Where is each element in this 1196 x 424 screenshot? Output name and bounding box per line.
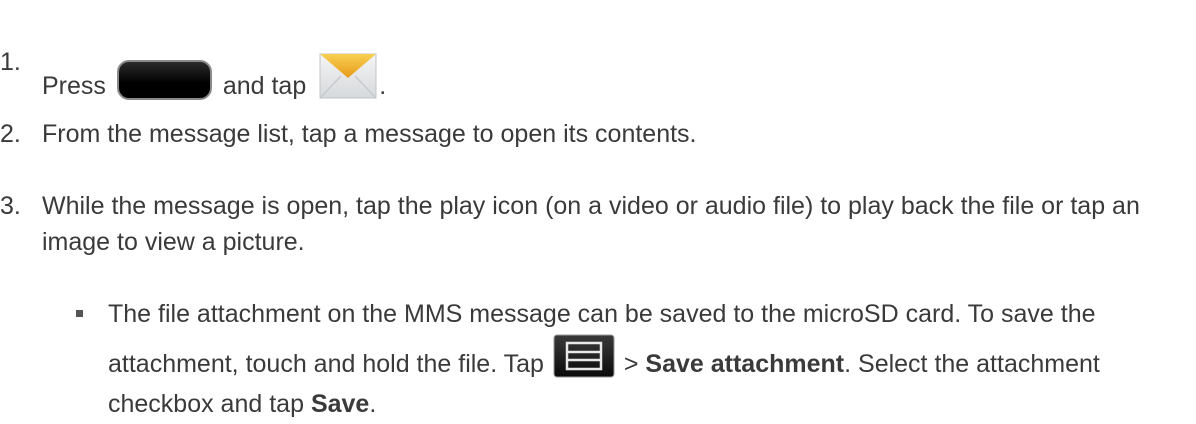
step-text: While the message is open, tap the play … [42, 192, 1140, 256]
bullet-text: The file attachment on the MMS message c… [108, 294, 1196, 424]
step-3: 3. While the message is open, tap the pl… [0, 188, 1172, 260]
save-attachment-label: Save attachment [645, 350, 845, 378]
step-text-and-tap: and tap [222, 72, 307, 100]
home-key-icon [116, 60, 212, 100]
save-label: Save [310, 390, 370, 418]
step-2: 2. From the message list, tap a message … [0, 116, 1172, 152]
note-bullet: The file attachment on the MMS message c… [70, 294, 1196, 424]
step-number: 1. [0, 48, 21, 76]
step-text: Press and tap . [42, 44, 1172, 116]
step-1: 1. Press and tap . [0, 44, 1172, 116]
messaging-envelope-icon [317, 44, 379, 116]
step-number: 3. [0, 192, 21, 220]
bullet-text-gt: > [623, 350, 639, 378]
step-text-press: Press [42, 72, 106, 100]
step-text-period: . [379, 72, 387, 100]
bullet-text-d: . [369, 390, 377, 418]
menu-key-icon [553, 334, 615, 378]
bullet-marker [70, 294, 108, 424]
step-text: From the message list, tap a message to … [42, 120, 697, 148]
step-number: 2. [0, 120, 21, 148]
